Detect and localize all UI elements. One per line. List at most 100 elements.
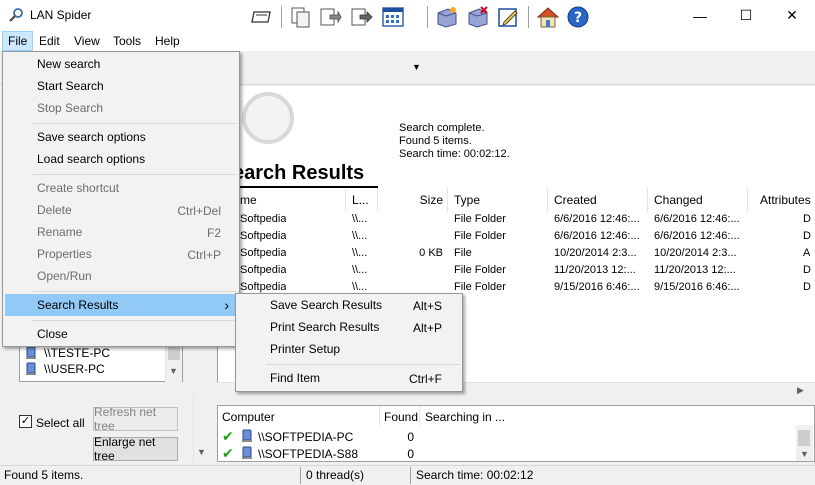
computer-name: \\SOFTPEDIA-S88 [258,447,359,461]
chevron-down-icon[interactable]: ▼ [412,62,421,72]
menu-help[interactable]: Help [150,31,185,51]
help-icon[interactable]: ? [566,5,590,29]
menu-item-close[interactable]: Close [37,323,68,345]
cell-changed: 10/20/2014 2:3... [654,247,737,259]
menu-item-delete[interactable]: Delete [37,199,72,221]
cell-attributes: D [803,281,811,293]
shortcut-rename: F2 [206,226,221,240]
menu-item-save-search-options[interactable]: Save search options [37,126,146,148]
box-add-icon[interactable] [435,5,459,29]
home-icon[interactable] [536,5,560,29]
cell-name: Softpedia [240,247,287,259]
cell-name: Softpedia [240,213,287,225]
column-header-changed[interactable]: Changed [654,191,703,209]
submenu-item-print-results[interactable]: Print Search Results [270,316,379,338]
refresh-net-tree-button[interactable]: Refresh net tree [93,405,178,433]
cell-created: 10/20/2014 2:3... [554,247,637,259]
minimize-button[interactable]: — [677,0,723,31]
scroll-thumb[interactable] [798,430,810,446]
submenu-item-find-item[interactable]: Find Item [270,367,320,389]
search-status: Search complete. Found 5 items. Search t… [399,122,510,161]
computer-icon [242,429,252,442]
column-header-size[interactable]: Size [378,191,443,209]
column-header-computer[interactable]: Computer [222,409,275,425]
menu-tools[interactable]: Tools [108,31,146,51]
chevron-down-icon[interactable]: ▼ [169,366,178,376]
menu-separator [266,364,460,365]
tree-item-label: \\TESTE-PC [44,346,111,360]
column-divider [419,406,420,426]
title-bar: LAN Spider — ☐ ✕ [0,0,815,31]
column-header-type[interactable]: Type [454,191,480,209]
menu-item-rename[interactable]: Rename [37,221,82,243]
shortcut-print-results: Alt+P [412,321,442,335]
found-count: 0 [407,430,414,444]
close-button[interactable]: ✕ [769,0,815,31]
column-divider [647,188,648,212]
submenu-item-save-results[interactable]: Save Search Results [270,294,382,316]
export-icon[interactable] [349,5,373,29]
column-header-created[interactable]: Created [554,191,597,209]
column-divider [379,406,380,426]
select-all-checkbox[interactable]: ✓ [19,415,32,428]
column-divider [747,188,748,212]
menu-view[interactable]: View [69,31,105,51]
maximize-button[interactable]: ☐ [723,0,769,31]
status-divider [300,467,301,484]
menu-item-create-shortcut[interactable]: Create shortcut [37,177,119,199]
computer-list-scrollbar[interactable]: ▼ [796,425,813,461]
left-scrollbar[interactable]: ▼ [193,395,210,463]
cell-location: \\... [352,213,368,225]
cell-changed: 9/15/2016 6:46:... [654,281,740,293]
file-menu: New search Start Search Stop Search Save… [2,51,240,347]
toolbar-separator [427,6,428,28]
shortcut-save-results: Alt+S [412,299,442,313]
chevron-right-icon: › [224,297,229,313]
column-divider [547,188,548,212]
chevron-right-icon[interactable]: ▶ [797,385,804,396]
form-icon[interactable] [250,5,274,29]
cell-location: \\... [352,264,368,276]
window-title: LAN Spider [30,8,92,22]
column-header-name[interactable]: me [240,191,257,209]
menu-file[interactable]: File [2,31,34,51]
cell-attributes: D [803,264,811,276]
chevron-down-icon[interactable]: ▼ [197,447,206,457]
menu-item-search-results[interactable]: Search Results [37,294,118,316]
select-all-label: Select all [36,416,85,430]
spider-icon [9,8,23,22]
menu-item-stop-search[interactable]: Stop Search [37,97,103,119]
status-line: Found 5 items. [399,135,472,147]
column-header-attributes[interactable]: Attributes [760,191,815,209]
toolbar-separator [281,6,282,28]
minimize-icon: — [693,7,707,24]
menu-separator [33,123,237,124]
menu-edit[interactable]: Edit [34,31,65,51]
move-icon[interactable] [318,5,342,29]
cell-created: 11/20/2013 12:... [554,264,636,276]
close-icon: ✕ [786,7,798,23]
cell-attributes: D [803,230,811,242]
column-header-location[interactable]: L... [352,191,369,209]
copy-icon[interactable] [289,5,313,29]
chevron-down-icon[interactable]: ▼ [800,449,809,459]
cell-location: \\... [352,230,368,242]
column-header-searching[interactable]: Searching in ... [425,409,505,425]
cell-created: 6/6/2016 12:46:... [554,213,640,225]
column-header-found[interactable]: Found [384,409,418,425]
menu-item-properties[interactable]: Properties [37,243,92,265]
menu-item-start-search[interactable]: Start Search [37,75,104,97]
status-divider [410,467,411,484]
shortcut-find-item: Ctrl+F [409,372,442,386]
view-icon[interactable] [381,5,405,29]
enlarge-net-tree-button[interactable]: Enlarge net tree [93,435,178,463]
edit-icon[interactable] [496,5,520,29]
menu-item-new-search[interactable]: New search [37,53,100,75]
shortcut-delete: Ctrl+Del [177,204,221,218]
tree-item-label: \\USER-PC [44,362,105,376]
status-time: Search time: 00:02:12 [416,468,534,482]
menu-item-load-search-options[interactable]: Load search options [37,148,145,170]
box-delete-icon[interactable] [466,5,490,29]
menu-item-open-run[interactable]: Open/Run [37,265,92,287]
submenu-item-printer-setup[interactable]: Printer Setup [270,338,340,360]
